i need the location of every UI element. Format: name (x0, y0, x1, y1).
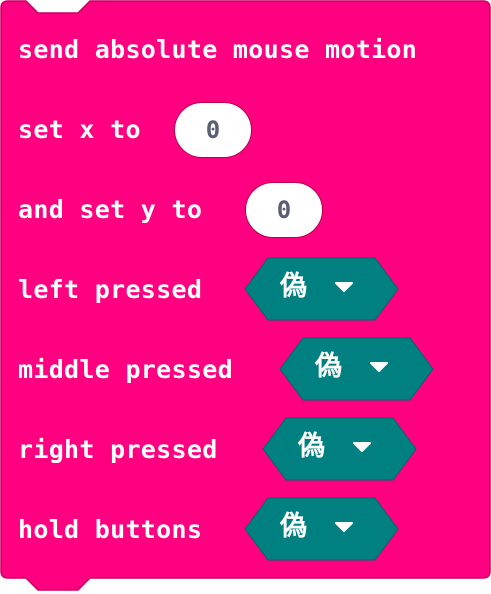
chevron-down-icon (335, 522, 353, 532)
chevron-down-icon (335, 282, 353, 292)
chevron-down-icon (370, 362, 388, 372)
middle-pressed-label: middle pressed (18, 355, 233, 384)
hold-buttons-label: hold buttons (18, 515, 203, 544)
right-pressed-value: 偽 (298, 431, 325, 462)
hold-buttons-value: 偽 (280, 511, 307, 542)
block-title: send absolute mouse motion (18, 35, 418, 64)
left-pressed-value: 偽 (280, 271, 307, 302)
x-input[interactable]: 0 (174, 102, 252, 158)
left-pressed-label: left pressed (18, 275, 203, 304)
hold-buttons-dropdown[interactable]: 偽 (244, 497, 399, 561)
middle-pressed-dropdown[interactable]: 偽 (279, 337, 434, 401)
chevron-down-icon (353, 442, 371, 452)
right-pressed-label: right pressed (18, 435, 218, 464)
y-input[interactable]: 0 (245, 182, 323, 238)
left-pressed-dropdown[interactable]: 偽 (244, 257, 399, 321)
right-pressed-dropdown[interactable]: 偽 (262, 417, 417, 481)
y-label: and set y to (18, 195, 203, 224)
x-label: set x to (18, 115, 141, 144)
middle-pressed-value: 偽 (315, 351, 342, 382)
